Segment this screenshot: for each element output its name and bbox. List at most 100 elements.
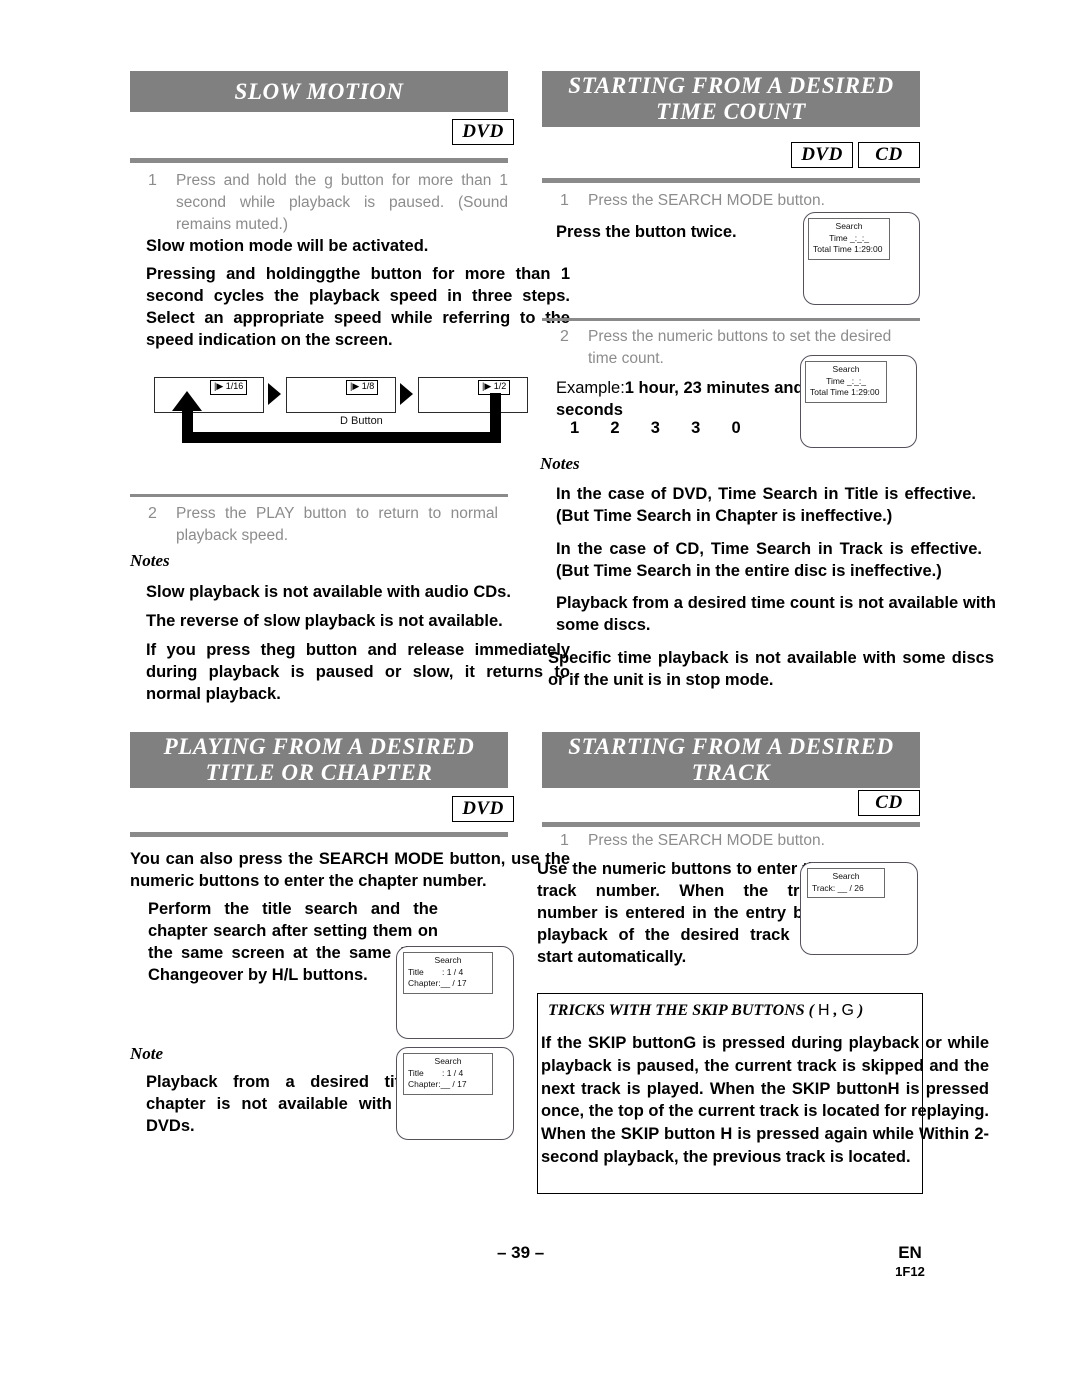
section-title-line2: TITLE OR CHAPTER (205, 760, 433, 785)
title-chapter-note-heading: Note (130, 1044, 164, 1063)
section-header-title-chapter: PLAYING FROM A DESIRED TITLE OR CHAPTER (130, 732, 508, 788)
osd-label: Track: (812, 882, 836, 893)
time-count-note-2: In the case of CD, Time Search in Track … (556, 540, 982, 581)
osd-label: Chapter: (408, 1079, 441, 1090)
osd-label: Title (408, 1067, 424, 1078)
osd-search-time-2: Search Time _:_:_ Total Time 1:29:00 (805, 361, 887, 404)
osd-label: Chapter: (408, 978, 441, 989)
digit: 3 (691, 419, 701, 437)
digit: 3 (650, 419, 660, 437)
badge-cd-time-count: CD (858, 142, 920, 168)
tricks-title-text: TRICKS WITH THE SKIP BUTTONS ( (548, 1002, 814, 1019)
osd-value: __ / 17 (440, 1079, 467, 1090)
divider-title-chapter (130, 832, 508, 837)
step-text: Press the SEARCH MODE button. (588, 192, 825, 209)
slow-motion-step-2: 2 Press the PLAY button to return to nor… (148, 503, 498, 547)
play-slow-icon: |▶ (214, 381, 224, 391)
loop-bottom-segment (182, 432, 501, 443)
tricks-title-end: ) (858, 1002, 864, 1019)
osd-row-total-time: Total Time 1:29:00 (813, 244, 885, 256)
osd-label: Title (408, 966, 424, 977)
tricks-title-sep: , (833, 1002, 838, 1019)
digit: 1 (570, 419, 580, 437)
osd-search-time-1: Search Time _:_:_ Total Time 1:29:00 (808, 218, 890, 261)
section-title-line2: TRACK (691, 760, 771, 785)
slow-motion-step-1: 1 Press and hold the g button for more t… (148, 170, 508, 236)
title-chapter-bold-1: You can also press the SEARCH MODE butto… (130, 850, 570, 891)
footer-doc-code: 1F12 (895, 1264, 925, 1279)
step-text: Press and hold the g button for more tha… (176, 172, 508, 233)
flow-screen-3 (418, 377, 528, 413)
divider-track (542, 822, 920, 827)
osd-value: 1:29:00 (851, 387, 880, 398)
osd-label: Total Time (813, 244, 852, 255)
page-number: – 39 – (497, 1243, 545, 1262)
slow-motion-note-2: The reverse of slow playback is not avai… (146, 612, 503, 630)
osd-value: 1:29:00 (854, 244, 883, 255)
time-count-note-3: Playback from a desired time count is no… (556, 594, 996, 635)
loop-arrow-icon (172, 391, 202, 411)
osd-search-title-2: Search Title : 1 / 4 Chapter:__ / 17 (403, 1053, 493, 1096)
section-title-line2: TIME COUNT (656, 99, 806, 124)
track-bold-1: Use the numeric buttons to enter the tra… (537, 860, 827, 967)
osd-label: Total Time (810, 387, 849, 398)
slow-motion-note-1: Slow playback is not available with audi… (146, 583, 511, 601)
time-count-step-1: 1 Press the SEARCH MODE button. (560, 190, 900, 212)
flow-arrow-2-icon (400, 383, 413, 405)
osd-title: Search (832, 364, 860, 374)
section-header-slow-motion: SLOW MOTION (130, 71, 508, 112)
badge-dvd-time-count: DVD (791, 142, 853, 168)
divider-time-count (542, 178, 920, 183)
flow-screen-2 (286, 377, 396, 413)
section-title-line1: STARTING FROM A DESIRED (568, 73, 894, 99)
digit: 2 (610, 419, 620, 437)
osd-row-title: Title : 1 / 4 (408, 1068, 488, 1080)
loop-label: D Button (340, 415, 383, 427)
osd-label: Time (826, 375, 845, 386)
osd-search-title-1: Search Title: 1 / 4 Chapter:__ / 17 (403, 952, 493, 995)
tv-screen-time-count-2: Search Time _:_:_ Total Time 1:29:00 (800, 355, 917, 448)
digit: 0 (731, 419, 741, 437)
tv-screen-title-chapter-2: Search Title : 1 / 4 Chapter:__ / 17 (396, 1047, 514, 1140)
time-count-note-1: In the case of DVD, Time Search in Title… (556, 485, 976, 526)
badge-cd-track: CD (858, 790, 920, 816)
osd-title: Search (832, 871, 860, 881)
title-chapter-bold-2: Perform the title search and the chapter… (148, 900, 438, 985)
manual-page: SLOW MOTION DVD 1 Press and hold the g b… (0, 0, 1080, 1397)
play-slow-icon: |▶ (350, 381, 360, 391)
section-title-line1: STARTING FROM A DESIRED (568, 734, 894, 760)
flow-speed-value: 1/8 (361, 381, 375, 391)
osd-title: Search (434, 955, 462, 965)
osd-row-title: Title: 1 / 4 (408, 967, 488, 979)
footer-language-code: EN (898, 1243, 922, 1262)
divider-time-count-step2 (542, 318, 920, 321)
skip-back-icon: H (817, 1002, 830, 1019)
section-header-track: STARTING FROM A DESIRED TRACK (542, 732, 920, 788)
osd-row-track: Track: __ / 26 (812, 883, 880, 895)
time-count-note-4: Specific time playback is not available … (548, 649, 994, 690)
osd-row-total-time: Total Time 1:29:00 (810, 387, 882, 399)
play-slow-icon: |▶ (482, 381, 492, 391)
slow-motion-note-3: If you press theg button and release imm… (146, 641, 570, 704)
osd-row-time: Time _:_:_ (813, 233, 885, 245)
tv-screen-track: Search Track: __ / 26 (800, 862, 918, 955)
osd-value: _:_:_ (850, 232, 869, 243)
osd-value: : 1 / 4 (442, 1067, 464, 1078)
badge-dvd-title-chapter: DVD (452, 796, 514, 822)
osd-title: Search (434, 1056, 462, 1066)
osd-value: __ / 26 (837, 882, 864, 893)
loop-left-segment (182, 410, 193, 440)
osd-label: Time (829, 232, 848, 243)
section-header-time-count: STARTING FROM A DESIRED TIME COUNT (542, 71, 920, 127)
osd-value: __ / 17 (440, 978, 467, 989)
slow-motion-notes-heading: Notes (130, 551, 170, 570)
step-text: Press the PLAY button to return to norma… (176, 505, 498, 544)
divider-slow-motion-step2 (130, 494, 508, 497)
slow-motion-bold-1: Slow motion mode will be activated. (146, 237, 429, 255)
osd-row-chapter: Chapter:__ / 17 (408, 1079, 488, 1091)
osd-title: Search (835, 221, 863, 231)
osd-row-time: Time _:_:_ (810, 376, 882, 388)
flow-arrow-1-icon (268, 383, 281, 405)
flow-speed-value: 1/16 (225, 381, 244, 391)
time-count-notes-heading: Notes (540, 454, 580, 473)
